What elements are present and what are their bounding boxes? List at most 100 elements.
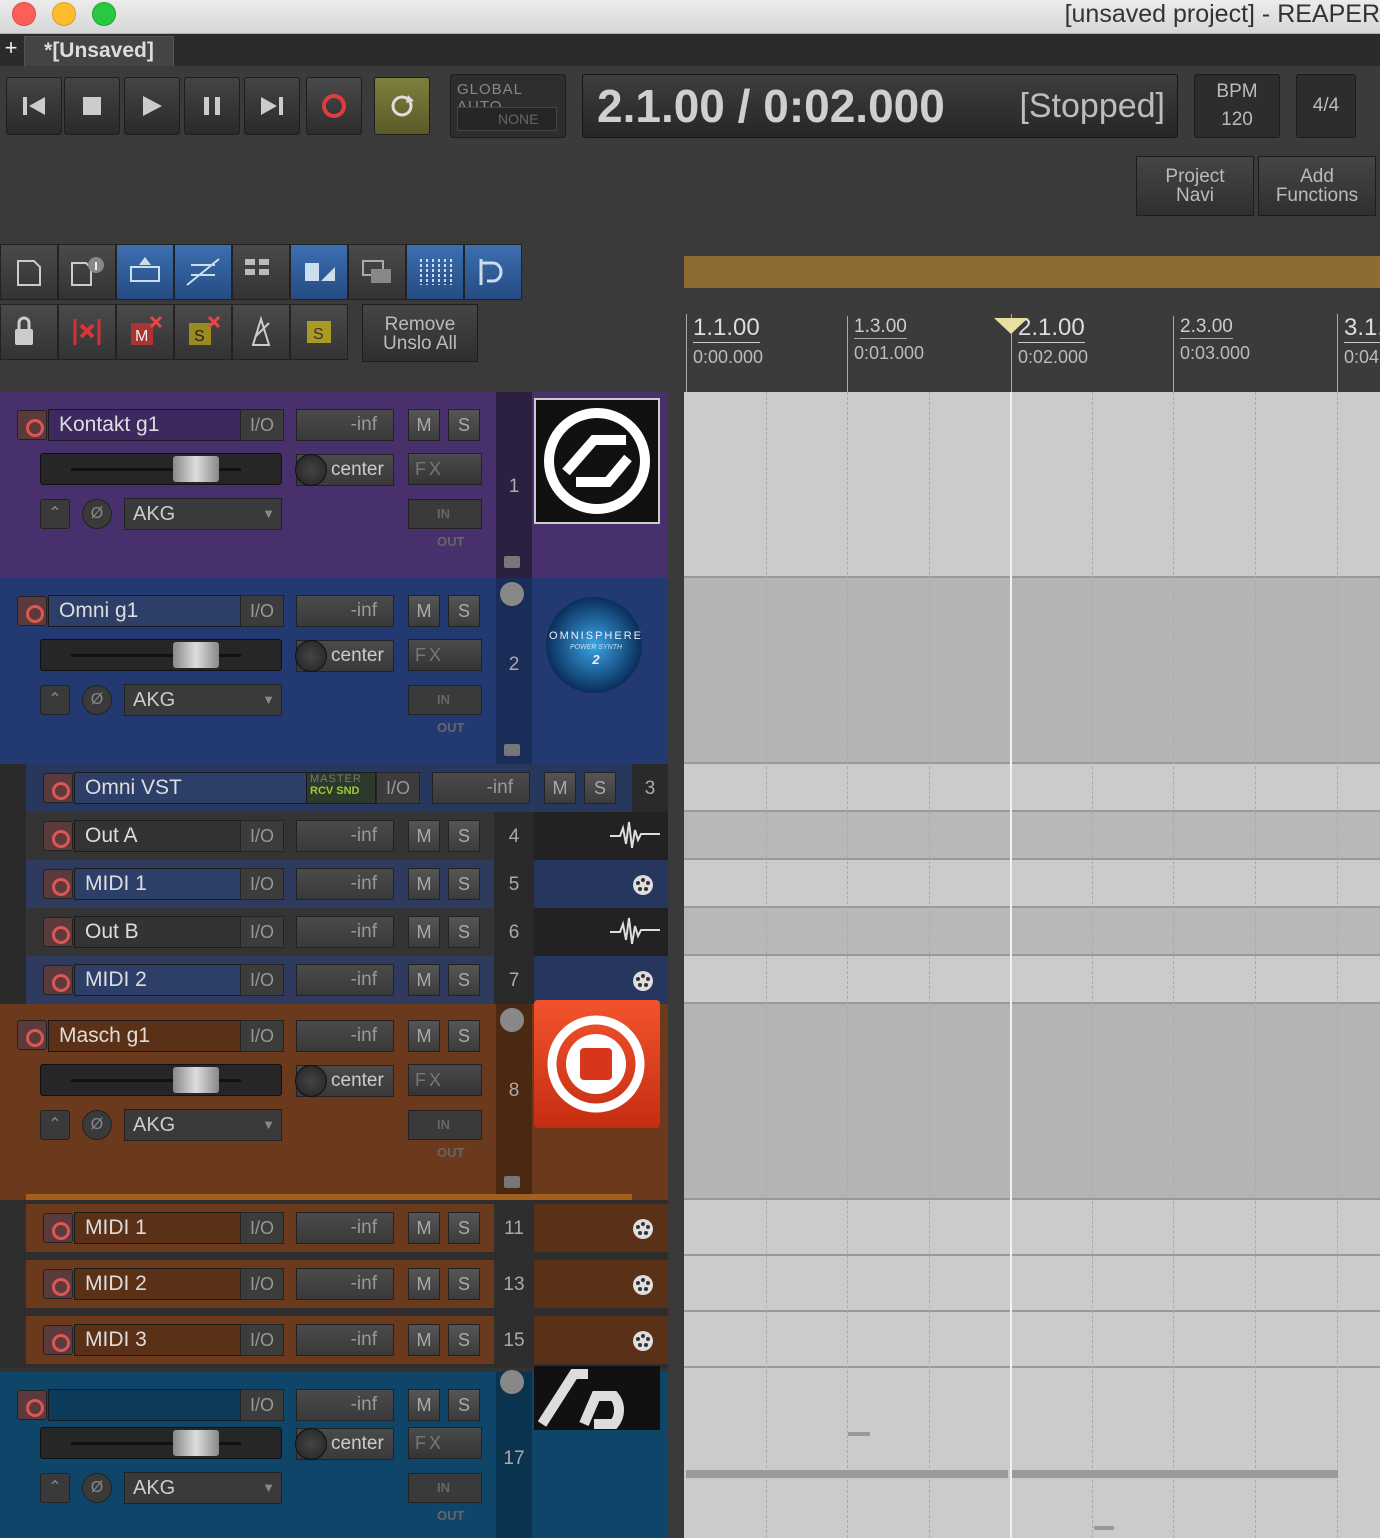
phase-invert-button[interactable]: Ø xyxy=(82,1473,112,1503)
track-lane[interactable] xyxy=(684,956,1380,1004)
io-button[interactable]: I/O xyxy=(240,868,284,900)
track-midi-1-brown[interactable]: MIDI 1 I/O -inf M S 11 xyxy=(0,1200,668,1256)
preset-dropdown[interactable]: AKG xyxy=(124,1472,282,1504)
time-signature[interactable]: 4/4 xyxy=(1296,74,1356,138)
track-omni-vst[interactable]: Omni VST MASTER RCV SND I/O -inf M S 3 xyxy=(0,764,668,812)
pan-knob-icon[interactable] xyxy=(295,640,327,672)
mute-button[interactable]: M xyxy=(408,1020,440,1052)
track-17-addictive-drums[interactable]: I/O -inf M S center FX ⌃ Ø AKG IN OUT 17 xyxy=(0,1366,668,1538)
track-name[interactable]: Out B xyxy=(74,916,242,948)
io-button[interactable]: I/O xyxy=(240,964,284,996)
record-arm-button[interactable] xyxy=(17,596,47,626)
io-button[interactable]: I/O xyxy=(240,1212,284,1244)
go-to-start-button[interactable] xyxy=(6,77,62,135)
io-button[interactable]: I/O xyxy=(240,916,284,948)
project-navi-button[interactable]: Project Navi xyxy=(1136,156,1254,216)
fader-knob[interactable] xyxy=(173,1430,219,1456)
solo-button[interactable]: S xyxy=(448,868,480,900)
io-button[interactable]: I/O xyxy=(240,595,284,627)
time-display[interactable]: 2.1.00 / 0:02.000 [Stopped] xyxy=(582,74,1178,138)
envelope-point[interactable] xyxy=(848,1432,870,1436)
track-name[interactable]: Omni g1 xyxy=(48,595,242,627)
solo-button[interactable]: S xyxy=(448,1212,480,1244)
track-lane[interactable] xyxy=(684,392,1380,578)
record-arm-button[interactable] xyxy=(43,1325,73,1355)
record-arm-button[interactable] xyxy=(43,821,73,851)
unsolo-all-button[interactable]: S xyxy=(174,304,232,360)
fx-button[interactable]: FX xyxy=(408,453,482,485)
envelope-button[interactable]: ⌃ xyxy=(40,1473,70,1503)
io-button[interactable]: I/O xyxy=(240,1020,284,1052)
new-tab-button[interactable]: + xyxy=(2,34,20,64)
volume-fader[interactable] xyxy=(40,639,282,671)
folder-icon[interactable] xyxy=(504,744,520,756)
add-functions-button[interactable]: Add Functions xyxy=(1258,156,1376,216)
pan-knob-icon[interactable] xyxy=(295,1065,327,1097)
track-midi-2[interactable]: MIDI 2 I/O -inf M S 7 xyxy=(0,956,668,1004)
close-window-button[interactable] xyxy=(12,2,36,26)
track-name[interactable]: MIDI 3 xyxy=(74,1324,242,1356)
envelope-button[interactable]: ⌃ xyxy=(40,685,70,715)
volume-readout[interactable]: -inf xyxy=(296,1212,394,1244)
mute-button[interactable]: M xyxy=(408,820,440,852)
io-button[interactable]: I/O xyxy=(376,772,420,804)
track-lane[interactable] xyxy=(684,860,1380,908)
go-to-end-button[interactable] xyxy=(244,77,300,135)
volume-fader[interactable] xyxy=(40,1427,282,1459)
bpm-display[interactable]: BPM 120 xyxy=(1194,74,1280,138)
track-name[interactable]: MIDI 2 xyxy=(74,1268,242,1300)
mute-button[interactable]: M xyxy=(408,916,440,948)
record-arm-button[interactable] xyxy=(43,1269,73,1299)
lock-button[interactable] xyxy=(0,304,58,360)
track-midi-2-brown[interactable]: MIDI 2 I/O -inf M S 13 xyxy=(0,1256,668,1312)
track-lane[interactable] xyxy=(684,908,1380,956)
solo-button[interactable]: S xyxy=(448,595,480,627)
track-out-b[interactable]: Out B I/O -inf M S 6 xyxy=(0,908,668,956)
fader-knob[interactable] xyxy=(173,1067,219,1093)
master-send-indicator[interactable]: MASTER RCV SND xyxy=(306,772,376,804)
fx-button[interactable]: FX xyxy=(408,1427,482,1459)
volume-readout[interactable]: -inf xyxy=(432,772,530,804)
folder-icon[interactable] xyxy=(504,556,520,568)
loop-points-link-button[interactable] xyxy=(464,244,522,300)
solo-button[interactable]: S xyxy=(448,1020,480,1052)
folder-collapse-icon[interactable] xyxy=(500,1008,524,1032)
track-midi-1[interactable]: MIDI 1 I/O -inf M S 5 xyxy=(0,860,668,908)
solo-button[interactable]: S xyxy=(448,1324,480,1356)
volume-readout[interactable]: -inf xyxy=(296,916,394,948)
overlap-items-button[interactable] xyxy=(348,244,406,300)
stop-button[interactable] xyxy=(64,77,120,135)
item-grouping-button[interactable] xyxy=(290,244,348,300)
mute-button[interactable]: M xyxy=(408,595,440,627)
pan-knob-icon[interactable] xyxy=(295,1428,327,1460)
volume-readout[interactable]: -inf xyxy=(296,1324,394,1356)
playhead-marker-icon[interactable] xyxy=(994,318,1028,334)
record-arm-button[interactable] xyxy=(43,1213,73,1243)
remove-unslo-all-button[interactable]: Remove Unslo All xyxy=(362,304,478,362)
solo-button[interactable]: S xyxy=(290,304,348,360)
solo-button[interactable]: S xyxy=(448,409,480,441)
phase-invert-button[interactable]: Ø xyxy=(82,685,112,715)
arrange-view[interactable] xyxy=(684,392,1380,1538)
mute-button[interactable]: M xyxy=(408,868,440,900)
clear-all-records-button[interactable] xyxy=(58,304,116,360)
record-arm-button[interactable] xyxy=(17,1020,47,1050)
mute-button[interactable]: M xyxy=(408,409,440,441)
phase-invert-button[interactable]: Ø xyxy=(82,1110,112,1140)
volume-readout[interactable]: -inf xyxy=(296,1389,394,1421)
record-arm-button[interactable] xyxy=(43,965,73,995)
track-masch-g1[interactable]: Masch g1 I/O -inf M S center FX ⌃ Ø AKG … xyxy=(0,1000,668,1200)
track-kontakt-g1[interactable]: Kontakt g1 I/O -inf M S center FX ⌃ Ø AK… xyxy=(0,392,668,578)
ripple-edit-button[interactable] xyxy=(116,244,174,300)
track-name[interactable]: Omni VST xyxy=(74,772,308,804)
preset-dropdown[interactable]: AKG xyxy=(124,498,282,530)
pause-button[interactable] xyxy=(184,77,240,135)
solo-button[interactable]: S xyxy=(448,916,480,948)
loop-button[interactable] xyxy=(374,77,430,135)
volume-readout[interactable]: -inf xyxy=(296,409,394,441)
pan-control[interactable]: center xyxy=(295,454,394,486)
envelope-button[interactable]: ⌃ xyxy=(40,499,70,529)
mute-button[interactable]: M xyxy=(408,1324,440,1356)
ruler-region-band[interactable] xyxy=(684,256,1380,288)
track-lane[interactable] xyxy=(684,1200,1380,1256)
